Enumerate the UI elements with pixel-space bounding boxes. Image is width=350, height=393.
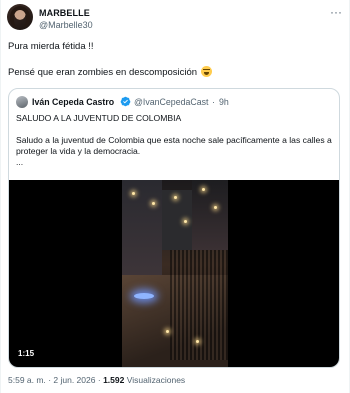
rolling-on-floor-laughing-icon bbox=[200, 66, 212, 77]
tweet-time[interactable]: 5:59 a. m. bbox=[8, 375, 46, 385]
tweet-text: Pura mierda fétida !! Pensé que eran zom… bbox=[8, 40, 342, 79]
video-player[interactable]: 1:15 bbox=[9, 180, 339, 367]
separator-dot: · bbox=[97, 375, 101, 385]
more-horizontal-icon[interactable]: ··· bbox=[329, 6, 343, 18]
quoted-display-name[interactable]: Iván Cepeda Castro bbox=[32, 97, 114, 107]
user-handle[interactable]: @Marbelle30 bbox=[39, 20, 93, 30]
quoted-timestamp[interactable]: 9h bbox=[219, 97, 229, 107]
avatar[interactable] bbox=[7, 4, 33, 30]
separator-dot: · bbox=[212, 97, 215, 107]
video-thumbnail bbox=[122, 180, 228, 367]
views-count: 1.592 bbox=[103, 375, 125, 385]
quoted-tweet-text: SALUDO A LA JUVENTUD DE COLOMBIA Saludo … bbox=[16, 113, 332, 167]
quoted-handle[interactable]: @IvanCepedaCast bbox=[134, 97, 208, 107]
separator-dot: · bbox=[48, 375, 52, 385]
tweet-card: MARBELLE @Marbelle30 ··· Pura mierda fét… bbox=[0, 0, 350, 393]
quoted-tweet[interactable]: Iván Cepeda Castro @IvanCepedaCast · 9h … bbox=[8, 88, 340, 368]
verified-badge-icon bbox=[120, 96, 131, 107]
tweet-date[interactable]: 2 jun. 2026 bbox=[53, 375, 95, 385]
quoted-avatar[interactable] bbox=[16, 96, 28, 108]
tweet-metadata: 5:59 a. m. · 2 jun. 2026 · 1.592 Visuali… bbox=[8, 375, 185, 385]
display-name[interactable]: MARBELLE bbox=[39, 8, 90, 18]
video-duration: 1:15 bbox=[15, 347, 38, 360]
views-label: Visualizaciones bbox=[126, 375, 186, 385]
tweet-header: MARBELLE @Marbelle30 ··· bbox=[7, 4, 345, 34]
quoted-tweet-header: Iván Cepeda Castro @IvanCepedaCast · 9h bbox=[16, 96, 334, 108]
tweet-body: Pura mierda fétida !! Pensé que eran zom… bbox=[8, 41, 198, 78]
